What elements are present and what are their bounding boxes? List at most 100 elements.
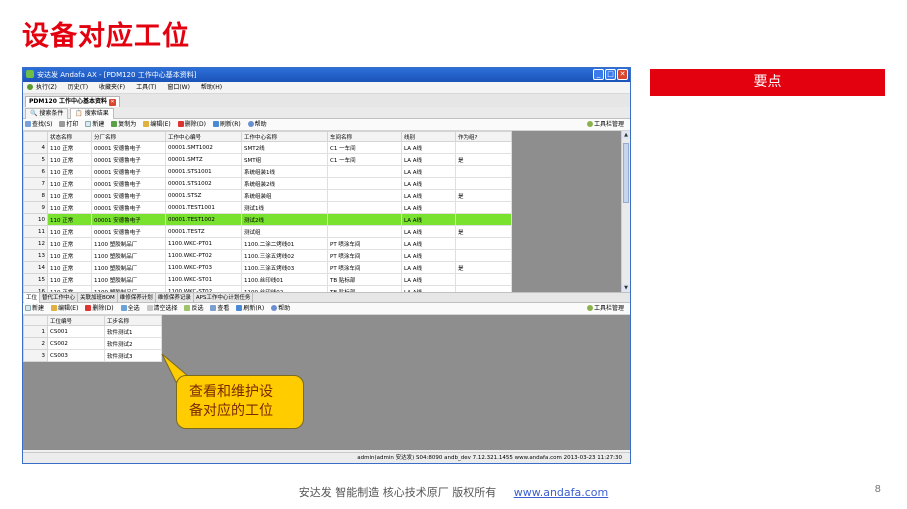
select-all-button[interactable]: 全选 <box>120 305 140 312</box>
table-cell: 1100.丝印线02 <box>241 285 328 292</box>
row-number[interactable]: 11 <box>23 225 48 238</box>
row-number[interactable]: 16 <box>23 285 48 292</box>
help-button[interactable]: 帮助 <box>247 121 267 128</box>
table-cell <box>455 201 512 214</box>
row-number[interactable]: 6 <box>23 165 48 178</box>
print-button[interactable]: 打印 <box>59 121 78 128</box>
view-button[interactable]: 查看 <box>210 305 229 312</box>
table-row[interactable]: 14 110 正常 1100 塑胶制品厂 1100.WKC-PT03 1100.三涂五烤… <box>23 261 512 274</box>
row-number[interactable]: 3 <box>23 349 48 362</box>
table-cell: 1100 塑胶制品厂 <box>91 285 166 292</box>
row-number[interactable]: 8 <box>23 189 48 202</box>
table-row[interactable]: 5 110 正常 00001 安德鲁电子 00001.SMTZ SMT组 C1 一车间 LA… <box>23 153 512 166</box>
row-number[interactable]: 13 <box>23 249 48 262</box>
col-wc-name[interactable]: 工作中心名称 <box>241 131 328 142</box>
table-cell: SMT2线 <box>241 141 328 154</box>
toolbar-manage-button[interactable]: 工具栏管理 <box>586 119 624 131</box>
slide-title: 设备对应工位 <box>22 21 190 52</box>
table-row[interactable]: 12 110 正常 1100 塑胶制品厂 1100.WKC-PT01 1100.二涂二烤… <box>23 237 512 250</box>
row-number[interactable]: 9 <box>23 201 48 214</box>
row-number[interactable]: 1 <box>23 325 48 338</box>
station-row[interactable]: 2 CS002 软件测试2 <box>23 337 162 350</box>
table-cell: LA A线 <box>401 201 456 214</box>
row-number[interactable]: 10 <box>23 213 48 226</box>
copy-as-button[interactable]: 复制为 <box>111 121 136 128</box>
menu-favorites[interactable]: 收藏夹(F) <box>99 84 125 91</box>
row-number[interactable]: 15 <box>23 273 48 286</box>
menu-tools[interactable]: 工具(T) <box>136 84 156 91</box>
table-cell: 00001.SMT1002 <box>165 141 242 154</box>
table-cell: LA A线 <box>401 249 456 262</box>
minimize-button[interactable]: _ <box>593 69 604 80</box>
menu-window[interactable]: 窗口(W) <box>167 84 190 91</box>
close-tab-icon[interactable]: ✕ <box>108 99 116 106</box>
table-row[interactable]: 6 110 正常 00001 安德鲁电子 00001.STS1001 系统组装1线 LA … <box>23 165 512 178</box>
station-row[interactable]: 3 CS003 软件测试3 <box>23 349 162 362</box>
grid-scrollbar[interactable]: ▲ ▼ <box>621 131 630 292</box>
row-number[interactable]: 2 <box>23 337 48 350</box>
keypoint-banner: 要点 <box>650 69 885 96</box>
table-row[interactable]: 7 110 正常 00001 安德鲁电子 00001.STS1002 系统组装2线 LA … <box>23 177 512 190</box>
detail-delete-button[interactable]: 删除(D) <box>85 305 114 312</box>
menu-help[interactable]: 帮助(H) <box>201 84 222 91</box>
table-row[interactable]: 11 110 正常 00001 安德鲁电子 00001.TESTZ 测试组 LA A线是 <box>23 225 512 238</box>
detail-refresh-button[interactable]: 刷新(R) <box>236 305 264 312</box>
table-row[interactable]: 13 110 正常 1100 塑胶制品厂 1100.WKC-PT02 1100.三涂五烤… <box>23 249 512 262</box>
col-branch[interactable]: 分厂名称 <box>91 131 166 142</box>
table-row[interactable]: 10 110 正常 00001 安德鲁电子 00001.TEST1002 测试2线 LA … <box>23 213 512 226</box>
col-wc-code[interactable]: 工作中心编号 <box>165 131 242 142</box>
callout-line-2: 备对应的工位 <box>189 403 273 419</box>
table-cell: LA A线 <box>401 213 456 226</box>
print-icon <box>59 121 66 127</box>
menu-history[interactable]: 历史(T) <box>68 84 88 91</box>
table-cell: 00001 安德鲁电子 <box>91 141 166 154</box>
table-cell: 00001.TEST1001 <box>165 201 242 214</box>
doc-tab-pdm120[interactable]: PDM120 工作中心基本资料 ✕ <box>25 96 120 107</box>
find-button[interactable]: 查找(S) <box>25 121 53 128</box>
invert-selection-button[interactable]: 反选 <box>184 305 203 312</box>
new-button[interactable]: 新建 <box>85 121 104 128</box>
col-station-code[interactable]: 工位编号 <box>47 315 105 326</box>
table-cell: LA A线 <box>401 165 456 178</box>
row-number[interactable]: 4 <box>23 141 48 154</box>
col-status[interactable]: 状态名称 <box>47 131 92 142</box>
view-icon <box>210 305 217 311</box>
detail-help-button[interactable]: 帮助 <box>271 305 290 312</box>
main-toolbar: 查找(S) 打印 新建 复制为 编辑(E) 删除(D) 刷新(R) 帮助 工具栏… <box>23 119 630 131</box>
table-cell: 测试组 <box>241 225 328 238</box>
refresh-button[interactable]: 刷新(R) <box>212 121 241 128</box>
table-row[interactable]: 16110 正常1100 塑胶制品厂1100.WKC-ST021100.丝印线0… <box>23 285 512 292</box>
clear-selection-button[interactable]: 清空选择 <box>146 305 178 312</box>
delete-button[interactable]: 删除(D) <box>177 121 206 128</box>
row-number[interactable]: 12 <box>23 237 48 250</box>
row-number[interactable]: 14 <box>23 261 48 274</box>
table-row[interactable]: 4 110 正常 00001 安德鲁电子 00001.SMT1002 SMT2线 C1 一… <box>23 141 512 154</box>
table-cell: PT 喷涂车间 <box>327 249 402 262</box>
table-row[interactable]: 15 110 正常 1100 塑胶制品厂 1100.WKC-ST01 1100.丝印线0… <box>23 273 512 286</box>
table-cell: 110 正常 <box>47 237 92 250</box>
detail-edit-button[interactable]: 编辑(E) <box>50 305 78 312</box>
scroll-down-icon[interactable]: ▼ <box>622 284 630 292</box>
col-workshop[interactable]: 车间名称 <box>327 131 402 142</box>
footer-link[interactable]: www.andafa.com <box>514 486 609 499</box>
scroll-up-icon[interactable]: ▲ <box>622 131 630 139</box>
col-is-group[interactable]: 作为组? <box>455 131 512 142</box>
detail-toolbar-manage-button[interactable]: 工具栏管理 <box>586 303 624 315</box>
col-step-name[interactable]: 工步名称 <box>104 315 162 326</box>
table-row[interactable]: 9 110 正常 00001 安德鲁电子 00001.TEST1001 测试1线 LA A… <box>23 201 512 214</box>
tab-search-results[interactable]: 📋 搜索结果 <box>70 108 114 119</box>
station-row[interactable]: 1 CS001 软件测试1 <box>23 325 162 338</box>
row-number[interactable]: 5 <box>23 153 48 166</box>
close-button[interactable]: ✕ <box>617 69 628 80</box>
detail-new-button[interactable]: 新建 <box>25 305 44 312</box>
tab-search-criteria[interactable]: 🔍 搜索条件 <box>25 108 69 119</box>
new-icon <box>25 305 31 311</box>
row-number[interactable]: 7 <box>23 177 48 190</box>
table-row[interactable]: 8 110 正常 00001 安德鲁电子 00001.STSZ 系统组装组 LA A线是 <box>23 189 512 202</box>
table-cell: 110 正常 <box>47 249 92 262</box>
menu-run[interactable]: 执行(Z) <box>27 84 57 91</box>
col-line[interactable]: 线别 <box>401 131 456 142</box>
edit-button[interactable]: 编辑(E) <box>143 121 171 128</box>
scroll-thumb[interactable] <box>623 143 629 203</box>
maximize-button[interactable]: □ <box>605 69 616 80</box>
